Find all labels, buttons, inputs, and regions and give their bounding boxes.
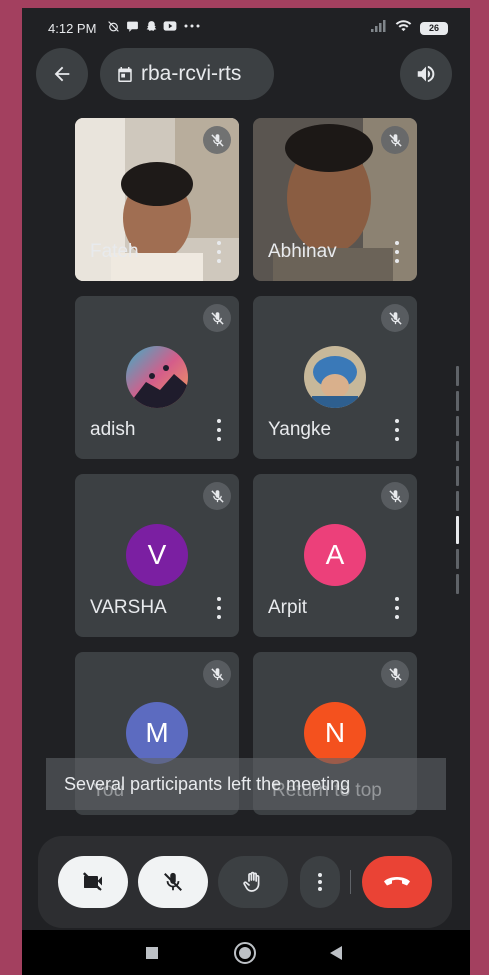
mic-off-icon: [381, 126, 409, 154]
battery-indicator: 26: [420, 21, 448, 35]
avatar-initial: A: [325, 539, 345, 570]
participant-more-button[interactable]: [215, 241, 223, 263]
recents-button[interactable]: [146, 947, 158, 959]
return-to-top-button[interactable]: Return to top: [272, 780, 382, 802]
controls-divider: [350, 870, 351, 894]
arrow-back-icon: [54, 66, 70, 82]
participant-tile-1[interactable]: Fateh: [75, 118, 239, 281]
participant-tile-2[interactable]: Abhinav: [253, 118, 417, 281]
mic-off-icon: [164, 872, 182, 891]
participant-avatar: M: [126, 702, 188, 764]
participant-more-button[interactable]: [215, 597, 223, 619]
back-button[interactable]: [36, 48, 88, 100]
meeting-info-button[interactable]: rba-rcvi-rts: [100, 48, 274, 100]
scroll-indicator[interactable]: [456, 366, 460, 606]
hand-icon: [243, 871, 260, 892]
participant-name: Arpit: [268, 597, 308, 618]
participant-avatar: V: [126, 524, 188, 586]
participant-tile-3[interactable]: adish: [75, 296, 239, 459]
more-options-button[interactable]: [300, 856, 340, 908]
participant-name: adish: [90, 419, 136, 440]
mic-off-icon: [381, 304, 409, 332]
speaker-icon: [417, 65, 435, 83]
participant-name: You: [92, 780, 125, 801]
end-call-button[interactable]: [362, 856, 432, 908]
mic-off-icon: [381, 482, 409, 510]
participant-more-button[interactable]: [393, 241, 401, 263]
participant-more-button[interactable]: [393, 419, 401, 441]
mic-off-icon: [203, 304, 231, 332]
participant-tile-6[interactable]: A Arpit: [253, 474, 417, 637]
camera-off-icon: [83, 872, 102, 891]
participant-avatar: [126, 346, 188, 408]
wifi-icon: [395, 19, 412, 37]
participant-avatar: [304, 346, 366, 408]
avatar-initial: M: [145, 717, 169, 748]
system-back-button[interactable]: [330, 946, 342, 960]
camera-toggle-button[interactable]: [58, 856, 128, 908]
participant-name: Abhinav: [268, 241, 337, 262]
call-end-icon: [384, 877, 410, 886]
alarm-off-icon: [106, 19, 120, 33]
status-time: 4:12 PM: [48, 21, 97, 36]
participant-name: VARSHA: [90, 597, 167, 618]
participant-avatar: A: [304, 524, 366, 586]
meeting-code: rba-rcvi-rts: [141, 62, 242, 85]
raise-hand-button[interactable]: [218, 856, 288, 908]
participant-more-button[interactable]: [215, 419, 223, 441]
status-bar: 4:12 PM 26: [22, 8, 470, 48]
participant-avatar: N: [304, 702, 366, 764]
call-controls: [38, 836, 452, 928]
participant-tile-4[interactable]: Yangke: [253, 296, 417, 459]
participant-more-button[interactable]: [393, 597, 401, 619]
mic-off-icon: [203, 660, 231, 688]
system-navigation-bar: [22, 930, 470, 975]
notification-icons: [106, 19, 202, 33]
signal-icon: [371, 19, 387, 37]
avatar-initial: N: [324, 717, 346, 748]
message-icon: [125, 19, 139, 33]
system-icons: 26: [371, 19, 448, 37]
mic-off-icon: [381, 660, 409, 688]
more-vert-icon: [318, 873, 322, 891]
avatar-initial: V: [147, 539, 167, 570]
more-notifications-icon: [182, 19, 202, 33]
participant-name: Fateh: [90, 241, 139, 262]
audio-output-button[interactable]: [400, 48, 452, 100]
calendar-icon: [118, 66, 132, 82]
participant-name: Yangke: [268, 419, 332, 440]
snapchat-icon: [144, 19, 158, 33]
participant-tile-5[interactable]: V VARSHA: [75, 474, 239, 637]
mic-off-icon: [203, 126, 231, 154]
mic-off-icon: [203, 482, 231, 510]
microphone-toggle-button[interactable]: [138, 856, 208, 908]
meet-screen: 4:12 PM 26 rba-rcvi-rts Fateh Abhinav ad…: [22, 8, 470, 975]
youtube-icon: [163, 19, 177, 33]
home-button[interactable]: [234, 942, 256, 964]
